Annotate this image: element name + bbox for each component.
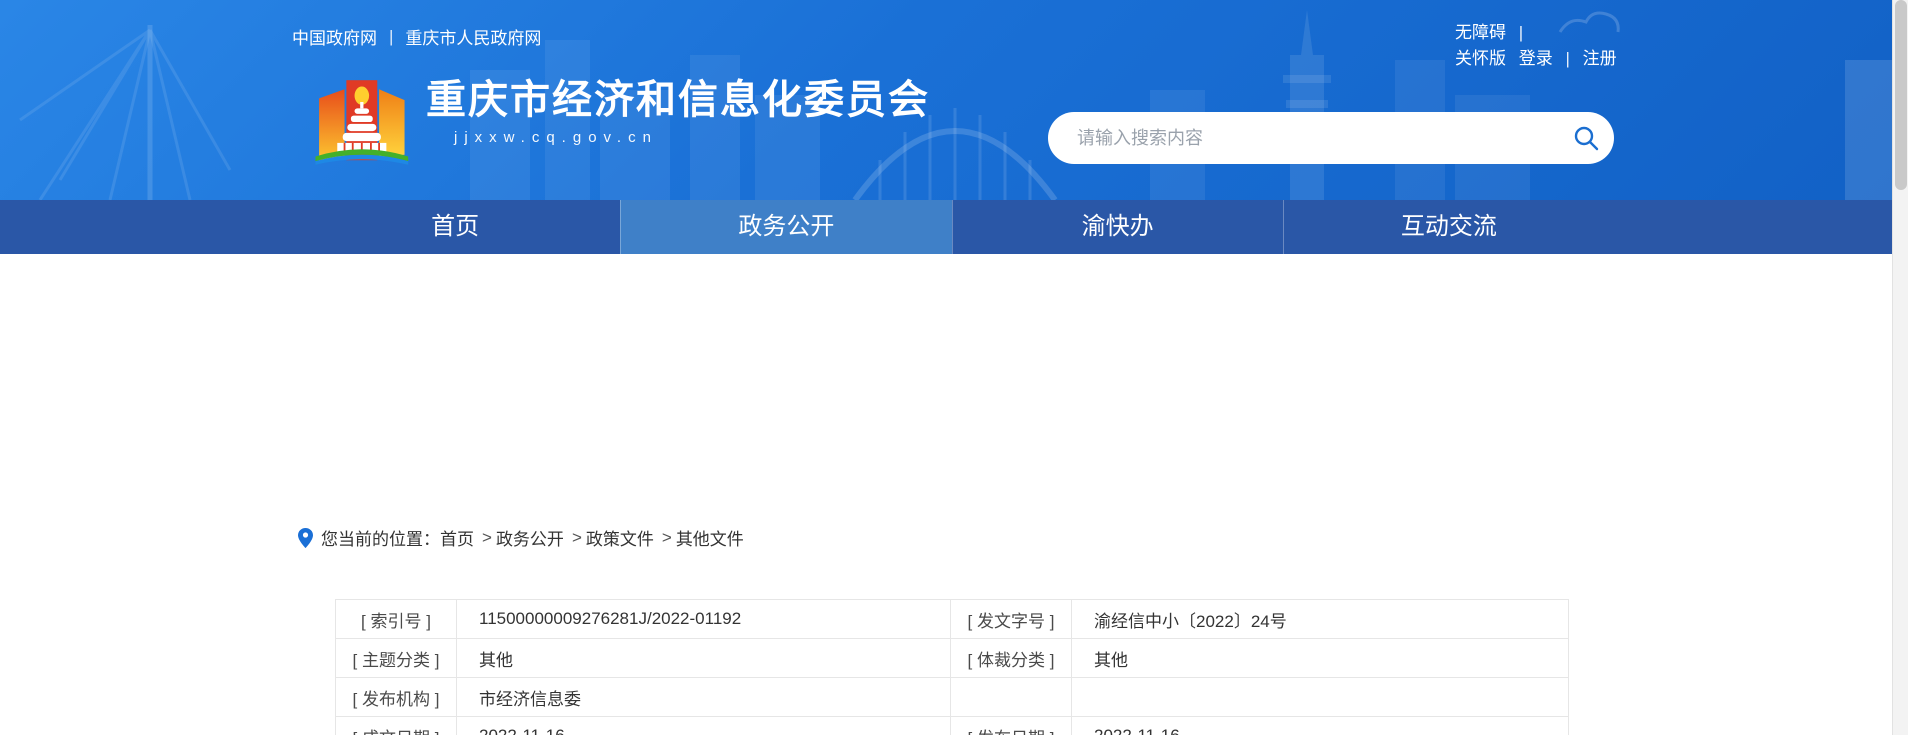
accessibility-link[interactable]: 无障碍 [1455, 23, 1506, 42]
topbar-left-links: 中国政府网 | 重庆市人民政府网 [292, 24, 541, 49]
meta-label-index-no: [ 索引号 ] [335, 599, 457, 639]
search-input[interactable] [1077, 127, 1558, 149]
care-version-link[interactable]: 关怀版 [1455, 49, 1506, 68]
breadcrumb-home[interactable]: 首页 [440, 525, 474, 550]
meta-value-empty [1071, 677, 1569, 717]
document-meta-table: [ 索引号 ] 11500000009276281J/2022-01192 [ … [335, 599, 1569, 735]
meta-label-publish-date: [ 发布日期 ] [950, 716, 1072, 735]
meta-value-issuing-agency: 市经济信息委 [456, 677, 951, 717]
register-link[interactable]: 注册 [1583, 49, 1617, 68]
meta-value-index-no: 11500000009276281J/2022-01192 [456, 599, 951, 639]
meta-value-publish-date: 2022-11-16 [1071, 716, 1569, 735]
meta-label-topic-category: [ 主题分类 ] [335, 638, 457, 678]
breadcrumb: 您当前的位置： 首页 > 政务公开 > 政策文件 > 其他文件 [298, 525, 744, 550]
location-pin-icon [298, 527, 313, 548]
site-title: 重庆市经济和信息化委员会 [426, 78, 930, 122]
breadcrumb-separator: > [571, 527, 582, 547]
nav-item-home[interactable]: 首页 [290, 200, 620, 254]
main-nav: 首页 政务公开 渝快办 互动交流 [0, 200, 1892, 254]
meta-value-topic-category: 其他 [456, 638, 951, 678]
nav-item-yukuaiban[interactable]: 渝快办 [951, 200, 1283, 254]
meta-label-doc-no: [ 发文字号 ] [950, 599, 1072, 639]
meta-label-empty [950, 677, 1072, 717]
meta-label-written-date: [ 成文日期 ] [335, 716, 457, 735]
site-domain: jjxxw.cq.gov.cn [454, 129, 658, 146]
site-header: 中国政府网 | 重庆市人民政府网 无障碍 | 关怀版 登录 | 注册 重庆市经济… [0, 0, 1892, 200]
meta-label-issuing-agency: [ 发布机构 ] [335, 677, 457, 717]
breadcrumb-separator: > [661, 527, 672, 547]
meta-value-written-date: 2022-11-16 [456, 716, 951, 735]
topbar-divider: | [1518, 23, 1524, 42]
nav-item-interaction[interactable]: 互动交流 [1282, 200, 1614, 254]
content-area: 您当前的位置： 首页 > 政务公开 > 政策文件 > 其他文件 [ 索引号 ] … [0, 254, 1892, 735]
table-row: [ 发布机构 ] 市经济信息委 [335, 677, 1569, 717]
search-button[interactable] [1558, 112, 1614, 164]
topbar-divider: | [389, 26, 394, 46]
breadcrumb-prefix: 您当前的位置： [321, 530, 440, 549]
breadcrumb-other-files[interactable]: 其他文件 [676, 525, 744, 550]
breadcrumb-gov-disclosure[interactable]: 政务公开 [496, 525, 564, 550]
breadcrumb-policy-files[interactable]: 政策文件 [586, 525, 654, 550]
search-box [1048, 112, 1614, 164]
link-chongqing-gov[interactable]: 重庆市人民政府网 [405, 24, 541, 49]
page-scrollbar[interactable] [1892, 0, 1908, 735]
scrollbar-thumb[interactable] [1895, 0, 1907, 190]
table-row: [ 索引号 ] 11500000009276281J/2022-01192 [ … [335, 599, 1569, 639]
topbar-divider: | [1565, 49, 1570, 68]
meta-label-genre-category: [ 体裁分类 ] [950, 638, 1072, 678]
site-logo-icon[interactable] [310, 76, 410, 168]
table-row: [ 主题分类 ] 其他 [ 体裁分类 ] 其他 [335, 638, 1569, 678]
page: 中国政府网 | 重庆市人民政府网 无障碍 | 关怀版 登录 | 注册 重庆市经济… [0, 0, 1908, 735]
nav-item-gov-disclosure[interactable]: 政务公开 [620, 200, 952, 254]
search-icon [1574, 126, 1599, 151]
login-link[interactable]: 登录 [1519, 49, 1553, 68]
link-china-gov[interactable]: 中国政府网 [292, 24, 377, 49]
meta-value-genre-category: 其他 [1071, 638, 1569, 678]
site-brand: 重庆市经济和信息化委员会 jjxxw.cq.gov.cn [310, 76, 930, 168]
table-row: [ 成文日期 ] 2022-11-16 [ 发布日期 ] 2022-11-16 [335, 716, 1569, 735]
topbar-utility-links: 无障碍 | 关怀版 登录 | 注册 [1455, 20, 1617, 72]
breadcrumb-separator: > [482, 527, 492, 547]
meta-value-doc-no: 渝经信中小〔2022〕24号 [1071, 599, 1569, 639]
